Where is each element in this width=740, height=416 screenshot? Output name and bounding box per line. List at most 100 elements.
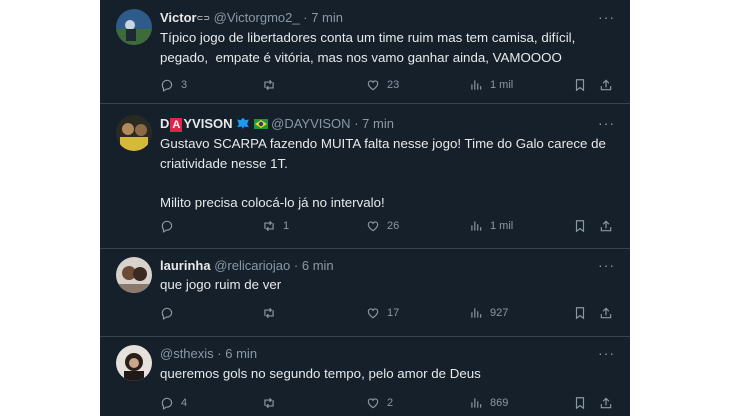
repost-button[interactable]: [262, 77, 283, 93]
name-logo: A: [170, 118, 183, 132]
like-count: 26: [387, 220, 400, 232]
reply-icon: [161, 397, 173, 410]
author-handle[interactable]: @DAYVISON: [271, 116, 350, 131]
bookmark-button[interactable]: [573, 395, 587, 411]
more-icon[interactable]: ···: [598, 258, 614, 275]
reply-button[interactable]: [160, 218, 181, 234]
like-button[interactable]: 2: [366, 395, 393, 411]
post-time[interactable]: 7 min: [311, 10, 343, 25]
more-icon[interactable]: ···: [598, 346, 614, 363]
post-text: Gustavo SCARPA fazendo MUITA falta nesse…: [160, 136, 606, 210]
reply-icon: [161, 79, 173, 92]
author-name[interactable]: Victor: [160, 10, 197, 25]
post-actions: 3 23 1 mil: [160, 77, 615, 93]
reply-button[interactable]: 3: [160, 77, 187, 93]
like-button[interactable]: 26: [366, 218, 399, 234]
post-header: laurinha @relicariojao · 6 min: [160, 257, 334, 275]
share-button[interactable]: [599, 395, 613, 411]
repost-button[interactable]: [262, 305, 283, 321]
like-count: 2: [387, 397, 394, 409]
post-time[interactable]: 6 min: [225, 346, 257, 361]
post-actions: 1 26 1 mil: [160, 218, 615, 234]
bookmark-icon: [575, 397, 585, 410]
bookmark-button[interactable]: [573, 77, 587, 93]
views-button[interactable]: 869: [469, 395, 508, 411]
bookmark-icon: [575, 79, 585, 92]
like-button[interactable]: 23: [366, 77, 399, 93]
post-time[interactable]: 6 min: [302, 258, 334, 273]
post-actions: 17 927: [160, 305, 615, 321]
share-button[interactable]: [599, 218, 613, 234]
more-icon[interactable]: ···: [598, 10, 614, 27]
like-count: 17: [387, 307, 400, 319]
views-count: 1 mil: [490, 79, 514, 91]
views-button[interactable]: 1 mil: [469, 218, 513, 234]
author-handle[interactable]: @relicariojao: [214, 258, 290, 273]
views-count: 869: [490, 397, 509, 409]
post-header: D A YVISON @DAYVISON · 7 min: [160, 115, 394, 133]
like-button[interactable]: 17: [366, 305, 399, 321]
bookmark-icon: [575, 220, 585, 233]
repost-count: 1: [283, 220, 290, 232]
views-icon: [471, 398, 482, 408]
post-actions: 4 2 869: [160, 395, 615, 411]
like-count: 23: [387, 79, 400, 91]
views-button[interactable]: 1 mil: [469, 77, 513, 93]
separator: ·: [303, 10, 308, 25]
reply-icon: [161, 220, 173, 233]
views-count: 927: [490, 307, 509, 319]
name-tag-icon: ⊂⊃: [196, 13, 211, 23]
repost-icon: [264, 79, 274, 91]
reply-button[interactable]: 4: [160, 395, 187, 411]
bookmark-button[interactable]: [573, 305, 587, 321]
share-icon: [600, 307, 612, 319]
post-dayvison[interactable]: D A YVISON @DAYVISON · 7 min ··· Gustavo S…: [100, 104, 630, 249]
avatar[interactable]: [116, 257, 152, 293]
verified-icon: [236, 117, 249, 129]
bookmark-icon: [575, 307, 585, 320]
author-name[interactable]: D A YVISON: [160, 116, 233, 132]
post-header: @sthexis · 6 min: [160, 345, 257, 363]
author-handle[interactable]: @Victorgmo2_: [214, 10, 300, 25]
views-icon: [471, 221, 482, 231]
brazil-flag-icon: [253, 119, 268, 129]
avatar[interactable]: [116, 345, 152, 381]
views-count: 1 mil: [490, 220, 514, 232]
like-icon: [367, 308, 379, 319]
separator: ·: [293, 258, 299, 273]
repost-icon: [264, 220, 274, 232]
author-name[interactable]: laurinha: [160, 258, 211, 273]
like-icon: [367, 221, 379, 232]
post-header: Victor⊂⊃ @Victorgmo2_ · 7 min: [160, 9, 343, 27]
post-victor[interactable]: Victor⊂⊃ @Victorgmo2_ · 7 min ··· Típico…: [100, 0, 630, 104]
repost-button[interactable]: 1: [262, 218, 289, 234]
post-text: queremos gols no segundo tempo, pelo amo…: [160, 366, 481, 381]
author-handle[interactable]: @sthexis: [160, 346, 214, 361]
views-button[interactable]: 927: [469, 305, 508, 321]
share-button[interactable]: [599, 305, 613, 321]
views-icon: [471, 308, 482, 318]
post-time[interactable]: 7 min: [362, 116, 394, 131]
post-text: que jogo ruim de ver: [160, 277, 282, 292]
share-button[interactable]: [599, 77, 613, 93]
share-icon: [600, 397, 612, 409]
post-laurinha[interactable]: laurinha @relicariojao · 6 min ··· que j…: [100, 249, 630, 337]
reply-count: 4: [181, 397, 188, 409]
bookmark-button[interactable]: [573, 218, 587, 234]
repost-icon: [264, 307, 274, 319]
post-sthexis[interactable]: @sthexis · 6 min ··· queremos gols no se…: [100, 337, 630, 416]
reply-count: 3: [181, 79, 188, 91]
reply-icon: [161, 307, 173, 320]
share-icon: [600, 79, 612, 91]
like-icon: [367, 398, 379, 409]
timeline: Victor⊂⊃ @Victorgmo2_ · 7 min ··· Típico…: [100, 0, 630, 416]
share-icon: [600, 220, 612, 232]
avatar[interactable]: [116, 9, 152, 45]
avatar[interactable]: [116, 115, 152, 151]
repost-button[interactable]: [262, 395, 283, 411]
like-icon: [367, 80, 379, 91]
more-icon[interactable]: ···: [598, 116, 614, 133]
repost-icon: [264, 397, 274, 409]
views-icon: [471, 80, 482, 90]
reply-button[interactable]: [160, 305, 181, 321]
